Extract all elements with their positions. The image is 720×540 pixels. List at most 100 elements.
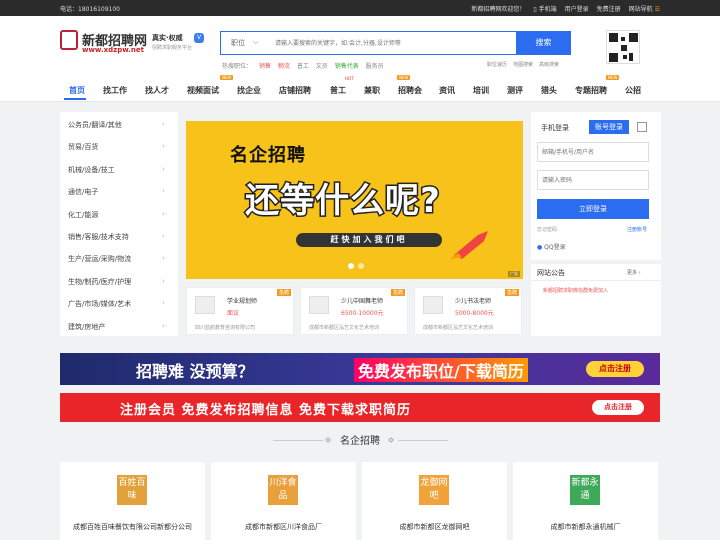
hot-item[interactable]: 服务员 <box>366 63 384 70</box>
divider <box>398 440 448 441</box>
featured-job-card[interactable]: 急聘 学业规划师 面议 四川蓝航教育咨询有限公司 <box>186 287 294 335</box>
phone-icon: ▯ <box>533 6 537 13</box>
category-item[interactable]: 化工/能源 <box>68 210 98 220</box>
ad-register-button[interactable]: 点击注册 <box>586 361 644 377</box>
hot-item[interactable]: 文员 <box>316 63 328 70</box>
category-item[interactable]: 广告/市场/媒体/艺术 <box>68 299 131 309</box>
mobile-link-label: 手机端 <box>538 6 557 13</box>
ad-register-button[interactable]: 点击注册 <box>592 400 644 415</box>
category-item[interactable]: 公务员/翻译/其他 <box>68 120 122 130</box>
search-input[interactable] <box>275 36 511 51</box>
hot-item[interactable]: 销售代表 <box>335 63 359 70</box>
nav-video-interview[interactable]: 视频面试 <box>187 85 219 96</box>
nav-find-talent[interactable]: 找人才 <box>145 85 169 96</box>
nav-home[interactable]: 首页 <box>69 85 85 96</box>
hot-label: 热搜职位： <box>222 63 253 70</box>
category-menu: 公务员/翻译/其他 › 贸易/百货 › 机械/设备/技工 › 通信/电子 › 化工/能源… <box>60 112 178 336</box>
featured-job-card[interactable]: 急聘 少儿书法老师 5000-8000元 成都市新都区泓艺文化艺术培训 <box>414 287 522 335</box>
nav-headhunter[interactable]: 猎头 <box>541 85 557 96</box>
company-name: 成都市新都区龙御网吧 <box>399 523 470 531</box>
company-card[interactable]: 龙御网吧 成都市新都区龙御网吧 <box>362 462 507 540</box>
ad-text-highlight: 免费发布职位/下载简历 <box>354 358 528 382</box>
job-salary: 面议 <box>227 310 240 317</box>
search-type-select[interactable]: 职位 <box>231 38 245 48</box>
banner-main-text: 还等什么呢? <box>244 180 442 223</box>
company-card[interactable]: 川洋食品 成都市新都区川洋食品厂 <box>211 462 356 540</box>
company-name: 成都市新都区泓艺文化艺术培训 <box>423 325 494 331</box>
search-button[interactable]: 搜索 <box>516 31 571 55</box>
company-name: 成都市新都永通机械厂 <box>550 523 621 531</box>
notice-panel: 网站公告 更多 › 新都招聘求职微信群免费加入 <box>531 264 661 336</box>
search-sublinks: 职位速历 地图搜索 高级搜索 <box>487 61 559 68</box>
map-search-link[interactable]: 地图搜索 <box>513 61 533 68</box>
hotline: 电话：18016109100 <box>60 6 120 13</box>
free-register-link[interactable]: 免费注册 <box>597 4 621 13</box>
nav-general-worker[interactable]: 普工 <box>330 85 346 96</box>
username-field[interactable] <box>537 142 649 162</box>
notice-item[interactable]: 新都招聘求职微信群免费加入 <box>543 287 608 294</box>
nav-store-hiring[interactable]: 店铺招聘 <box>279 85 311 96</box>
nav-news[interactable]: 资讯 <box>439 85 455 96</box>
forgot-password-link[interactable]: 忘记密码 <box>537 226 557 233</box>
welcome-text: 新都招聘网欢迎您！ <box>471 6 526 13</box>
logo-icon[interactable] <box>60 30 78 50</box>
job-history-link[interactable]: 职位速历 <box>487 61 507 68</box>
nav-training[interactable]: 培训 <box>473 85 489 96</box>
qr-login-icon[interactable] <box>637 122 647 132</box>
banner-cta: 赶快加入我们吧 <box>296 233 442 247</box>
nav-job-fair[interactable]: 招聘会 <box>398 85 422 96</box>
company-card[interactable]: 新都永通 成都市新都永通机械厂 <box>513 462 658 540</box>
category-item[interactable]: 生物/制药/医疗/护理 <box>68 277 131 287</box>
mobile-link[interactable]: ▯ 手机端 <box>533 4 556 13</box>
hot-item[interactable]: 销售 <box>259 63 271 70</box>
featured-job-card[interactable]: 急聘 少儿中国舞老师 6500-10000元 成都市新都区泓艺文化艺术培训 <box>300 287 408 335</box>
nav-assessment[interactable]: 测评 <box>507 85 523 96</box>
ad-banner-register[interactable]: 注册会员 免费发布招聘信息 免费下载求职简历 点击注册 <box>60 393 660 422</box>
category-item[interactable]: 生产/营运/采购/物流 <box>68 254 131 264</box>
ad-banner-free-post[interactable]: 招聘难 没预算？ 免费发布职位/下载简历 点击注册 <box>60 353 660 385</box>
chevron-right-icon: › <box>162 187 165 195</box>
chevron-down-icon[interactable]: ⌵ <box>253 38 258 47</box>
carousel-dot[interactable] <box>358 263 364 269</box>
carousel-dot[interactable] <box>348 263 354 269</box>
divider <box>531 280 661 281</box>
nav-find-company[interactable]: 找企业 <box>237 85 261 96</box>
nav-special-hiring[interactable]: 专题招聘 <box>575 85 607 96</box>
company-name: 成都市新都区泓艺文化艺术培训 <box>309 325 380 331</box>
category-item[interactable]: 机械/设备/技工 <box>68 165 115 175</box>
slogan: 真实·权威 <box>152 34 183 42</box>
user-login-link[interactable]: 用户登录 <box>565 4 589 13</box>
hot-item[interactable]: 物流 <box>278 63 290 70</box>
nav-active-indicator <box>64 98 86 100</box>
notice-more-link[interactable]: 更多 › <box>627 269 641 276</box>
chevron-right-icon: › <box>162 254 165 262</box>
company-card[interactable]: 百姓百味 成都百姓百味餐饮有限公司新都分公司 <box>60 462 205 540</box>
nav-public-hiring[interactable]: 公招 <box>625 85 641 96</box>
divider <box>273 440 323 441</box>
top-links: 新都招聘网欢迎您！ ▯ 手机端 用户登录 免费注册 网站导航 ☰ <box>471 4 660 13</box>
section-title: 名企招聘 <box>340 436 380 447</box>
tab-account-login[interactable]: 账号登录 <box>589 120 629 134</box>
chevron-right-icon: › <box>162 210 165 218</box>
category-item[interactable]: 通信/电子 <box>68 187 98 197</box>
category-item[interactable]: 建筑/房地产 <box>68 322 105 332</box>
category-item[interactable]: 销售/客服/技术支持 <box>68 232 129 242</box>
urgent-badge: 急聘 <box>504 289 519 296</box>
qq-login-link[interactable]: ● QQ登录 <box>537 242 566 251</box>
password-field[interactable] <box>537 170 649 190</box>
advanced-search-link[interactable]: 高级搜索 <box>539 61 559 68</box>
qq-login-label: QQ登录 <box>544 244 566 251</box>
site-nav-link[interactable]: 网站导航 ☰ <box>629 4 660 13</box>
logo-url: www.xdzpw.net <box>82 46 144 54</box>
register-link[interactable]: 注册账号 <box>627 226 647 233</box>
ad-text: 招聘难 没预算？ <box>136 362 254 381</box>
category-item[interactable]: 贸易/百货 <box>68 142 98 152</box>
tab-mobile-login[interactable]: 手机登录 <box>541 123 569 133</box>
hero-banner[interactable]: 名企招聘 还等什么呢? 赶快加入我们吧 广告 <box>186 121 523 279</box>
nav-part-time[interactable]: 兼职 <box>364 85 380 96</box>
chevron-right-icon: › <box>162 299 165 307</box>
login-button[interactable]: 立即登录 <box>537 199 649 219</box>
nav-find-job[interactable]: 找工作 <box>103 85 127 96</box>
urgent-badge: 急聘 <box>276 289 291 296</box>
hot-item[interactable]: 普工 <box>297 63 309 70</box>
